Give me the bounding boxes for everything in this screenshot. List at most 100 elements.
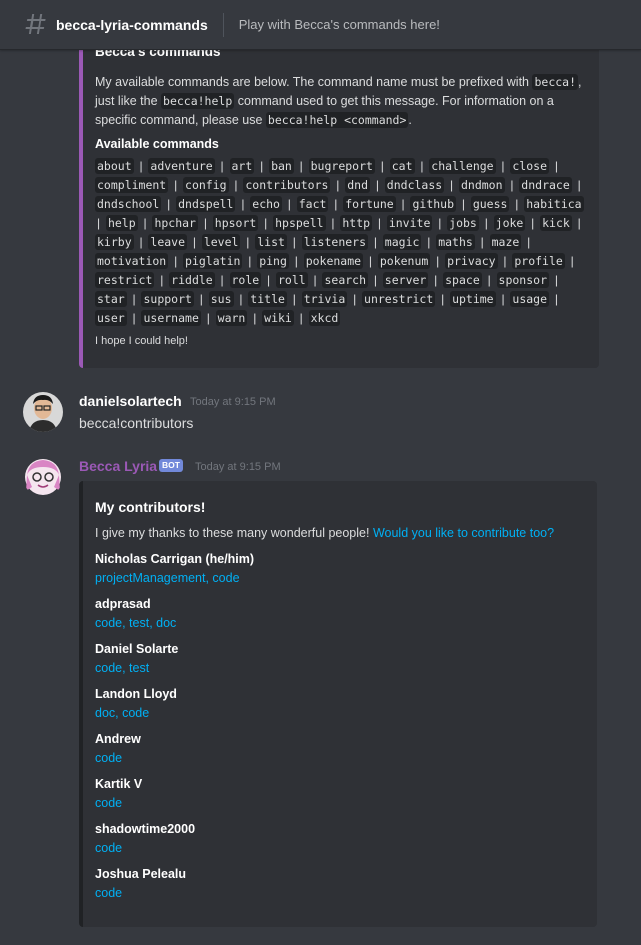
contributor-roles[interactable]: projectManagement, code <box>95 569 583 588</box>
command-separator: | <box>287 197 291 211</box>
command-separator: | <box>434 273 438 287</box>
command-hpsort: hpsort <box>212 215 259 231</box>
embed-title: My contributors! <box>95 499 206 515</box>
command-separator: | <box>132 292 136 306</box>
contributor-name: Andrew <box>95 732 141 746</box>
command-server: server <box>382 272 429 288</box>
help-command-code: becca!help <command> <box>265 112 409 128</box>
command-sus: sus <box>208 291 234 307</box>
hash-icon <box>25 13 46 34</box>
bot-author[interactable]: Becca Lyria <box>79 458 157 474</box>
contributor-field: adprasad code, test, doc <box>95 595 583 633</box>
command-dndmon: dndmon <box>458 177 505 193</box>
command-separator: | <box>174 254 178 268</box>
embed-footer: I hope I could help! <box>95 335 188 347</box>
help-code: becca!help <box>161 93 235 109</box>
command-separator: | <box>401 197 405 211</box>
commands-embed: Becca's commands My available commands a… <box>79 0 599 368</box>
command-profile: profile <box>512 253 565 269</box>
contributor-name: Joshua Pelealu <box>95 867 187 881</box>
channel-name[interactable]: becca-lyria-commands <box>56 17 208 33</box>
command-pokenum: pokenum <box>377 253 431 269</box>
contributor-roles[interactable]: code <box>95 884 583 903</box>
desc-text: My available commands are below. The com… <box>95 75 533 89</box>
command-separator: | <box>375 178 379 192</box>
command-separator: | <box>438 216 442 230</box>
command-separator: | <box>267 273 271 287</box>
contribute-link[interactable]: Would you like to contribute too? <box>373 526 554 540</box>
header-divider <box>222 12 224 37</box>
command-separator: | <box>192 235 196 249</box>
command-separator: | <box>241 197 245 211</box>
command-separator: | <box>368 254 373 268</box>
command-separator: | <box>313 273 317 287</box>
command-separator: | <box>246 235 250 249</box>
command-compliment: compliment <box>95 177 169 193</box>
command-separator: | <box>292 292 296 306</box>
command-leave: leave <box>148 234 188 250</box>
command-separator: | <box>484 216 488 230</box>
command-separator: | <box>299 159 303 173</box>
command-separator: | <box>570 254 574 268</box>
avatar[interactable] <box>23 392 63 432</box>
contributor-field: Landon Lloyd doc, code <box>95 685 583 723</box>
message-timestamp: Today at 9:15 PM <box>195 461 281 473</box>
embed-description: My available commands are below. The com… <box>95 73 585 130</box>
message-author[interactable]: danielsolartech <box>79 393 182 409</box>
command-role: role <box>229 272 262 288</box>
command-separator: | <box>264 216 268 230</box>
command-level: level <box>201 234 241 250</box>
bot-avatar[interactable] <box>23 457 63 497</box>
command-maths: maths <box>436 234 475 250</box>
command-separator: | <box>253 311 257 325</box>
command-habitica: habitica <box>524 196 584 212</box>
contributor-roles[interactable]: code <box>95 794 583 813</box>
command-username: username <box>141 310 201 326</box>
command-separator: | <box>167 197 171 211</box>
command-sponsor: sponsor <box>496 272 549 288</box>
command-separator: | <box>97 216 101 230</box>
contributor-name: adprasad <box>95 597 151 611</box>
contributor-field: Andrew code <box>95 730 583 768</box>
command-bugreport: bugreport <box>308 158 375 174</box>
command-warn: warn <box>215 310 248 326</box>
contributor-field: shadowtime2000 code <box>95 820 583 858</box>
contributor-roles[interactable]: code, test, doc <box>95 614 583 633</box>
command-about: about <box>95 158 134 174</box>
command-separator: | <box>299 311 303 325</box>
contributor-list: Nicholas Carrigan (he/him) projectManagem… <box>95 550 583 903</box>
contributor-roles[interactable]: code <box>95 839 583 858</box>
command-dndschool: dndschool <box>95 196 162 212</box>
command-cat: cat <box>389 158 415 174</box>
command-separator: | <box>132 311 136 325</box>
command-separator: | <box>441 292 445 306</box>
command-separator: | <box>450 178 454 192</box>
contributor-name: shadowtime2000 <box>95 822 196 836</box>
command-kirby: kirby <box>95 234 134 250</box>
command-ban: ban <box>269 158 294 174</box>
command-http: http <box>340 215 373 231</box>
command-separator: | <box>480 235 484 249</box>
command-separator: | <box>206 311 210 325</box>
contributor-roles[interactable]: code, test <box>95 659 583 678</box>
command-dnd: dnd <box>345 177 371 193</box>
command-title: title <box>248 291 287 307</box>
command-space: space <box>443 272 482 288</box>
contributor-roles[interactable]: code <box>95 749 583 768</box>
contributor-name: Daniel Solarte <box>95 642 179 656</box>
command-dndrace: dndrace <box>519 177 572 193</box>
command-jobs: jobs <box>447 215 479 231</box>
command-riddle: riddle <box>169 272 215 288</box>
channel-topic[interactable]: Play with Becca's commands here! <box>239 17 440 32</box>
command-separator: | <box>220 273 224 287</box>
contributor-roles[interactable]: doc, code <box>95 704 583 723</box>
command-separator: | <box>373 235 377 249</box>
command-separator: | <box>294 254 298 268</box>
command-separator: | <box>427 235 431 249</box>
command-separator: | <box>334 197 338 211</box>
command-invite: invite <box>386 215 433 231</box>
command-separator: | <box>377 216 381 230</box>
channel-header: becca-lyria-commands Play with Becca's c… <box>0 0 641 50</box>
command-separator: | <box>501 292 505 306</box>
contributor-field: Joshua Pelealu code <box>95 865 583 903</box>
